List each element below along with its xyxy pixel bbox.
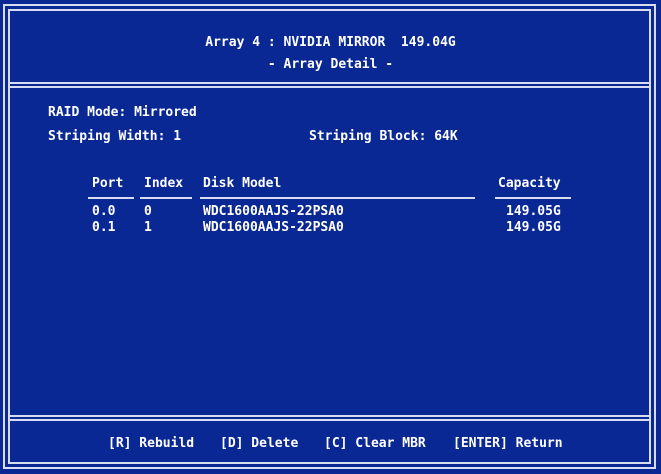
column-header-disk-model: Disk Model [203, 176, 282, 191]
table-row-capacity: 149.05G [506, 204, 561, 219]
array-detail-subtitle: - Array Detail - [267, 57, 394, 72]
table-row-index: 1 [144, 220, 152, 235]
column-header-capacity: Capacity [498, 176, 561, 191]
striping-block-label: Striping Block: 64K [309, 129, 458, 144]
capacity-underline [495, 197, 571, 199]
table-row-disk-model: WDC1600AAJS-22PSA0 [203, 204, 344, 219]
striping-width-label: Striping Width: 1 [48, 129, 182, 144]
index-underline [140, 197, 192, 199]
port-underline [88, 197, 134, 199]
table-row-port: 0.0 [92, 204, 116, 219]
rebuild-key-hint[interactable]: [R] Rebuild [108, 437, 194, 451]
header-divider-top [8, 82, 651, 84]
bios-raid-screen: Array 4 : NVIDIA MIRROR 149.04G - Array … [0, 0, 661, 474]
table-row-disk-model: WDC1600AAJS-22PSA0 [203, 220, 344, 235]
table-row-capacity: 149.05G [506, 220, 561, 235]
table-row-port: 0.1 [92, 220, 116, 235]
column-header-port: Port [92, 176, 124, 191]
header-divider-bottom [8, 86, 651, 88]
column-header-index: Index [144, 176, 184, 191]
clear-mbr-key-hint[interactable]: [C] Clear MBR [324, 437, 426, 451]
inner-frame [8, 9, 651, 464]
table-row-index: 0 [144, 204, 152, 219]
footer-divider-bottom [8, 419, 651, 421]
footer-divider-top [8, 415, 651, 417]
raid-mode-label: RAID Mode: Mirrored [48, 105, 197, 120]
array-title: Array 4 : NVIDIA MIRROR 149.04G [205, 35, 456, 50]
disk-model-underline [200, 197, 475, 199]
delete-key-hint[interactable]: [D] Delete [220, 437, 298, 451]
return-key-hint[interactable]: [ENTER] Return [453, 437, 563, 451]
